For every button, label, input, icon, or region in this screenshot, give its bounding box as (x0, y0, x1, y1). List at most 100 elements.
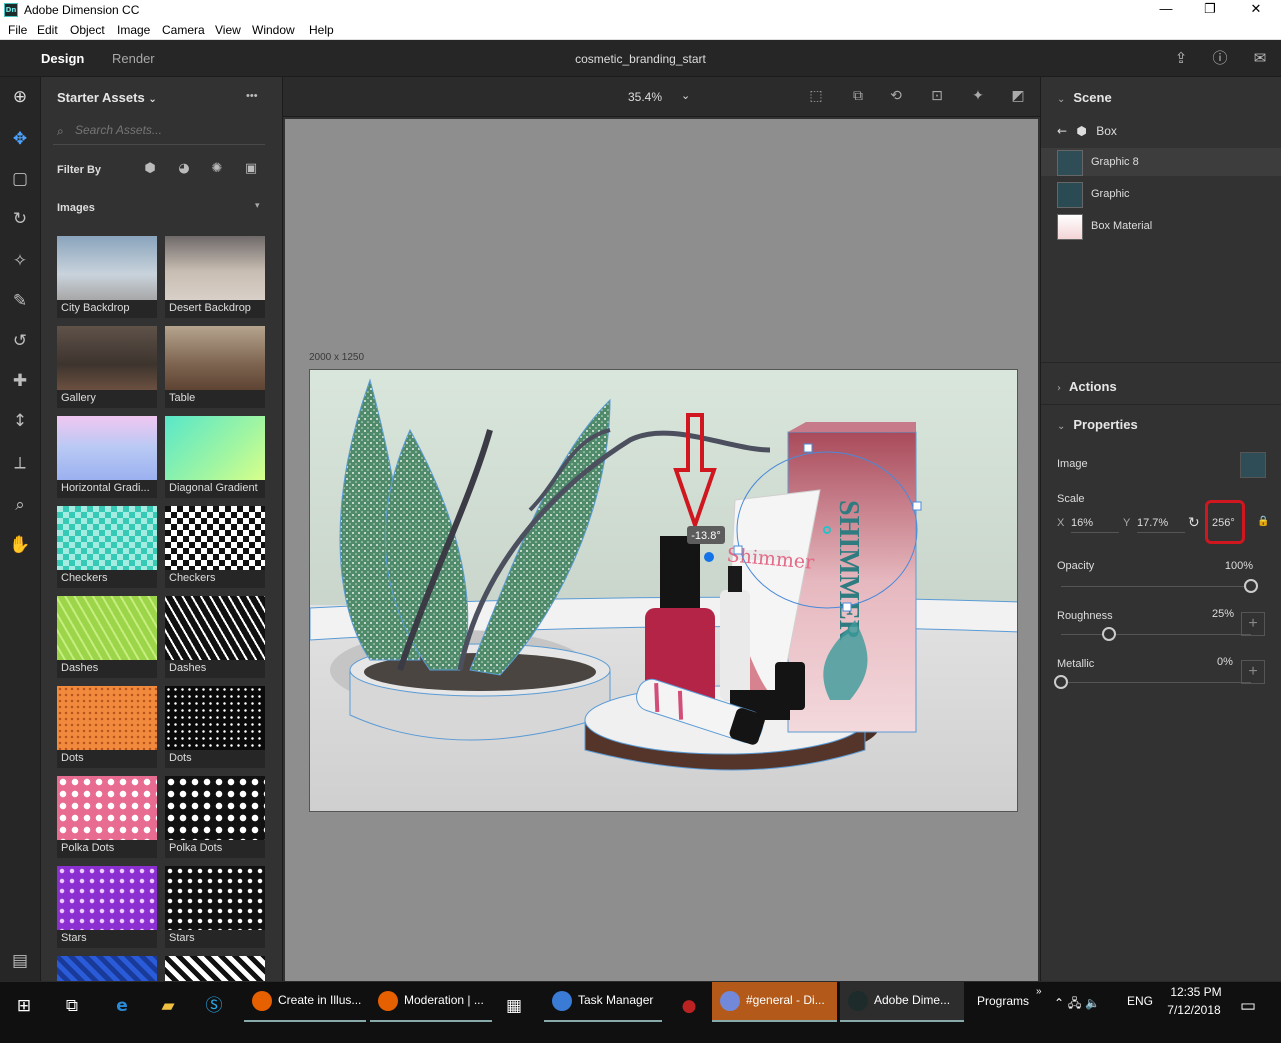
zoom-level[interactable]: 35.4% (628, 90, 662, 104)
menu-file[interactable]: File (8, 23, 27, 37)
asset-thumb[interactable]: Stars (165, 866, 265, 948)
menu-edit[interactable]: Edit (37, 23, 58, 37)
layer-box-material[interactable]: Box Material (1057, 212, 1281, 240)
lasso-icon[interactable]: ↺ (8, 329, 32, 353)
dolly-icon[interactable]: ↕ (8, 409, 32, 433)
image-filter-icon[interactable]: ▣ (242, 161, 260, 179)
magic-wand-icon[interactable]: ✧ (8, 249, 32, 273)
back-arrow-icon[interactable]: ← (1057, 124, 1067, 138)
opacity-slider[interactable] (1061, 586, 1251, 587)
asset-thumb[interactable]: Dashes (57, 596, 157, 678)
feedback-icon[interactable]: ✉ (1250, 49, 1270, 69)
roughness-add-button[interactable]: + (1241, 612, 1265, 636)
menu-help[interactable]: Help (309, 23, 334, 37)
library-icon[interactable]: ▤ (8, 949, 32, 973)
orbit-icon[interactable]: ▢ (8, 167, 32, 191)
asset-thumb[interactable]: Table (165, 326, 265, 408)
file-explorer-icon[interactable]: ▰ (156, 994, 180, 1018)
asset-thumb[interactable]: Dashes (165, 596, 265, 678)
menu-object[interactable]: Object (70, 23, 105, 37)
roughness-knob[interactable] (1101, 627, 1116, 641)
model-filter-icon[interactable]: ⬢ (141, 161, 159, 179)
notifications-icon[interactable]: ▭ (1236, 994, 1260, 1018)
asset-thumb-partial[interactable] (57, 956, 157, 981)
eyedropper-icon[interactable]: ✎ (8, 289, 32, 313)
lock-icon[interactable]: 🔒 (1257, 516, 1269, 527)
zoom-icon[interactable]: ⌕ (8, 493, 32, 517)
skype-icon[interactable]: Ⓢ (202, 994, 226, 1018)
actions-header[interactable]: › Actions (1057, 379, 1117, 394)
layer-graphic[interactable]: Graphic (1057, 180, 1281, 208)
programs-chevron-icon[interactable]: » (1036, 986, 1042, 997)
frame-icon[interactable]: ⬚ (806, 88, 826, 108)
metallic-add-button[interactable]: + (1241, 660, 1265, 684)
metallic-knob[interactable] (1054, 675, 1068, 689)
calendar-icon[interactable]: ▦ (502, 994, 526, 1018)
scene-header[interactable]: ⌄ Scene (1057, 90, 1112, 105)
properties-header[interactable]: ⌄ Properties (1057, 417, 1138, 432)
taskbar-app[interactable]: Adobe Dime... (840, 982, 964, 1022)
edge-icon[interactable]: e (110, 994, 134, 1018)
asset-thumb[interactable]: Diagonal Gradient (165, 416, 265, 498)
images-section[interactable]: Images (57, 202, 95, 214)
taskbar-app[interactable]: Task Manager (544, 982, 662, 1022)
hand-icon[interactable]: ✋ (8, 533, 32, 557)
taskbar-app[interactable]: Moderation | ... (370, 982, 492, 1022)
app-icon[interactable]: ● (677, 994, 701, 1018)
y-input[interactable]: 17.7% (1137, 517, 1185, 533)
image-swatch[interactable] (1240, 452, 1266, 478)
clock-date[interactable]: 7/12/2018 (1164, 1003, 1224, 1017)
asset-thumb[interactable]: Stars (57, 866, 157, 948)
programs-toolbar[interactable]: Programs (977, 994, 1029, 1008)
menu-view[interactable]: View (215, 23, 241, 37)
asset-thumb[interactable]: Polka Dots (165, 776, 265, 858)
asset-thumb[interactable]: Checkers (165, 506, 265, 588)
scene-back-item[interactable]: ← ⬢ Box (1057, 124, 1117, 138)
rotate-icon[interactable]: ↻ (8, 207, 32, 231)
share-icon[interactable]: ⇪ (1171, 49, 1191, 69)
layer-graphic-8[interactable]: Graphic 8 (1041, 148, 1281, 176)
highlight-icon[interactable]: ✦ (968, 88, 988, 108)
material-filter-icon[interactable]: ◕ (175, 161, 193, 179)
menu-camera[interactable]: Camera (162, 23, 205, 37)
scene-render[interactable]: SHIMMER Shimmer -13.8° (309, 369, 1018, 812)
light-filter-icon[interactable]: ✺ (208, 161, 226, 179)
clock-time[interactable]: 12:35 PM (1168, 985, 1224, 999)
task-view-icon[interactable]: ⧉ (60, 994, 84, 1018)
render-preview-icon[interactable]: ◩ (1008, 88, 1028, 108)
asset-thumb[interactable]: Gallery (57, 326, 157, 408)
pan-icon[interactable]: ✚ (8, 369, 32, 393)
more-icon[interactable]: ••• (246, 90, 258, 102)
x-input[interactable]: 16% (1071, 517, 1119, 533)
menu-window[interactable]: Window (252, 23, 295, 37)
asset-thumb[interactable]: Checkers (57, 506, 157, 588)
transform-icon[interactable]: ⟲ (886, 88, 906, 108)
taskbar-app[interactable]: #general - Di... (712, 982, 837, 1022)
maximize-button[interactable]: ❐ (1187, 0, 1233, 20)
metallic-slider[interactable] (1061, 682, 1251, 683)
minimize-button[interactable]: — (1143, 0, 1189, 20)
asset-thumb[interactable]: Polka Dots (57, 776, 157, 858)
horizon-icon[interactable]: ⟂ (8, 451, 32, 475)
tray-icons[interactable]: ⌃ 🖧 🔈 (1054, 994, 1100, 1015)
zoom-chevron-icon[interactable]: ⌄ (681, 89, 690, 102)
close-button[interactable]: ✕ (1233, 0, 1279, 20)
section-chevron-icon[interactable]: ▾ (255, 201, 260, 211)
add-icon[interactable]: ⊕ (8, 85, 32, 109)
asset-thumb[interactable]: City Backdrop (57, 236, 157, 318)
asset-thumb[interactable]: Desert Backdrop (165, 236, 265, 318)
select-icon[interactable]: ✥ (8, 127, 32, 151)
align-icon[interactable]: ⧉ (848, 88, 868, 108)
opacity-knob[interactable] (1244, 579, 1258, 593)
asset-thumb[interactable]: Dots (165, 686, 265, 768)
help-icon[interactable]: ⓘ (1210, 49, 1230, 69)
roughness-slider[interactable] (1061, 634, 1251, 635)
taskbar-app[interactable]: Create in Illus... (244, 982, 366, 1022)
asset-thumb[interactable]: Horizontal Gradi... (57, 416, 157, 498)
language-indicator[interactable]: ENG (1127, 994, 1153, 1008)
assets-header[interactable]: Starter Assets ⌄ (57, 90, 157, 105)
search-input[interactable] (75, 123, 255, 137)
snap-icon[interactable]: ⊡ (927, 88, 947, 108)
start-icon[interactable]: ⊞ (12, 994, 36, 1018)
asset-thumb[interactable]: Dots (57, 686, 157, 768)
